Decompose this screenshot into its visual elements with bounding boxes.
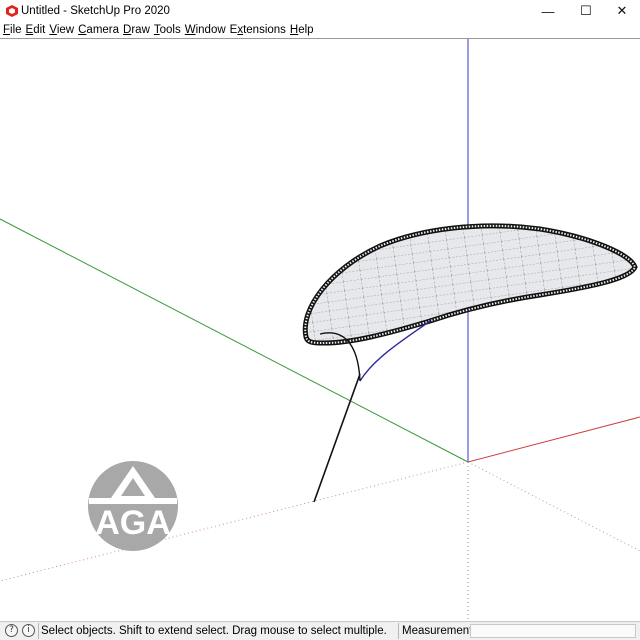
menu-help[interactable]: Help bbox=[288, 23, 316, 38]
menu-window[interactable]: Window bbox=[183, 23, 228, 38]
watermark-text: AGA bbox=[95, 504, 171, 542]
measurements-label: Measurements bbox=[402, 625, 479, 637]
menu-edit[interactable]: Edit bbox=[24, 23, 48, 38]
red-axis-negative bbox=[0, 461, 469, 582]
menu-draw[interactable]: Draw bbox=[121, 23, 152, 38]
red-axis bbox=[467, 416, 640, 463]
menu-extensions[interactable]: Extensions bbox=[228, 23, 288, 38]
maximize-icon: ☐ bbox=[580, 3, 592, 18]
status-bar: ? i Select objects. Shift to extend sele… bbox=[0, 621, 640, 640]
window-title: Untitled - SketchUp Pro 2020 bbox=[21, 5, 170, 17]
minimize-button[interactable]: — bbox=[528, 0, 568, 22]
close-icon: ✕ bbox=[616, 3, 628, 18]
green-axis-negative bbox=[467, 461, 640, 552]
minimize-icon: — bbox=[541, 3, 555, 19]
info-icon[interactable]: i bbox=[22, 624, 35, 637]
stem-line bbox=[313, 373, 361, 503]
title-bar: Untitled - SketchUp Pro 2020 — ☐ ✕ bbox=[0, 0, 640, 22]
menu-bar: File Edit View Camera Draw Tools Window … bbox=[0, 22, 640, 39]
sketchup-logo-icon bbox=[5, 4, 19, 18]
menu-file[interactable]: File bbox=[1, 23, 24, 38]
menu-view[interactable]: View bbox=[47, 23, 76, 38]
maximize-button[interactable]: ☐ bbox=[566, 0, 606, 22]
scene-canvas: AGA bbox=[0, 39, 640, 621]
menu-tools[interactable]: Tools bbox=[152, 23, 183, 38]
menu-camera[interactable]: Camera bbox=[76, 23, 121, 38]
status-divider bbox=[38, 623, 39, 639]
leaf-mesh-model bbox=[302, 223, 638, 503]
aga-watermark-logo: AGA bbox=[88, 461, 178, 551]
measurements-input[interactable] bbox=[470, 624, 636, 638]
geolocation-icon[interactable]: ? bbox=[5, 624, 18, 637]
drawing-viewport[interactable]: AGA bbox=[0, 39, 640, 621]
close-button[interactable]: ✕ bbox=[602, 0, 640, 22]
status-message: Select objects. Shift to extend select. … bbox=[41, 625, 387, 637]
status-divider bbox=[398, 623, 399, 639]
